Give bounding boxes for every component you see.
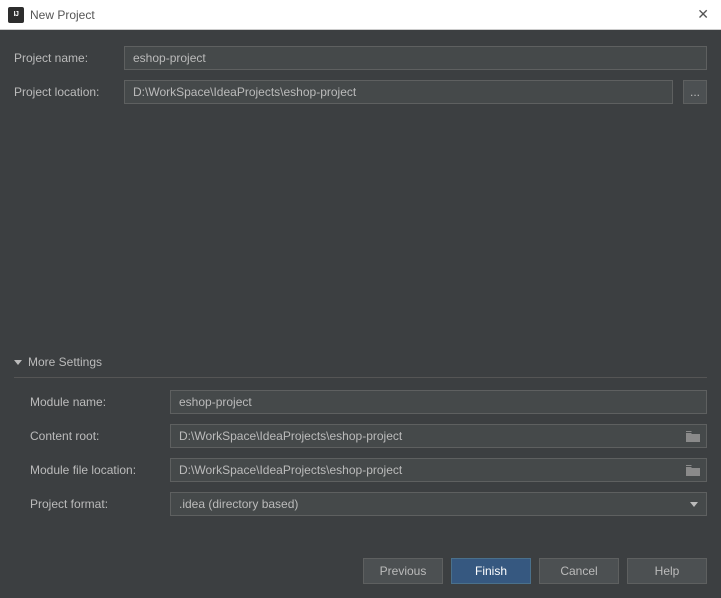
folder-icon[interactable] bbox=[686, 465, 700, 476]
dialog-content: Project name: Project location: ... More… bbox=[0, 30, 721, 598]
content-root-input[interactable] bbox=[171, 425, 686, 447]
more-settings-toggle[interactable]: More Settings bbox=[14, 355, 707, 369]
module-name-row: Module name: bbox=[30, 390, 707, 414]
app-icon bbox=[8, 7, 24, 23]
cancel-button[interactable]: Cancel bbox=[539, 558, 619, 584]
finish-button[interactable]: Finish bbox=[451, 558, 531, 584]
titlebar-left: New Project bbox=[8, 7, 95, 23]
more-settings-label: More Settings bbox=[28, 355, 102, 369]
project-location-input[interactable] bbox=[124, 80, 673, 104]
project-name-row: Project name: bbox=[14, 46, 707, 70]
project-name-label: Project name: bbox=[14, 51, 114, 65]
project-format-label: Project format: bbox=[30, 497, 160, 511]
module-file-location-label: Module file location: bbox=[30, 463, 160, 477]
window-title: New Project bbox=[30, 8, 95, 22]
previous-button[interactable]: Previous bbox=[363, 558, 443, 584]
help-button[interactable]: Help bbox=[627, 558, 707, 584]
module-name-input[interactable] bbox=[170, 390, 707, 414]
project-location-label: Project location: bbox=[14, 85, 114, 99]
module-file-location-row: Module file location: bbox=[30, 458, 707, 482]
spacer bbox=[14, 114, 707, 355]
content-root-row: Content root: bbox=[30, 424, 707, 448]
project-name-input[interactable] bbox=[124, 46, 707, 70]
module-file-location-field[interactable] bbox=[170, 458, 707, 482]
content-root-label: Content root: bbox=[30, 429, 160, 443]
module-file-location-input[interactable] bbox=[171, 459, 686, 481]
project-format-value: .idea (directory based) bbox=[179, 497, 298, 511]
project-format-row: Project format: .idea (directory based) bbox=[30, 492, 707, 516]
more-settings-body: Module name: Content root: Module file l… bbox=[14, 390, 707, 526]
project-format-select[interactable]: .idea (directory based) bbox=[170, 492, 707, 516]
content-root-field[interactable] bbox=[170, 424, 707, 448]
chevron-down-icon bbox=[14, 360, 22, 365]
divider bbox=[14, 377, 707, 378]
project-location-row: Project location: ... bbox=[14, 80, 707, 104]
chevron-down-icon bbox=[690, 502, 698, 507]
folder-icon[interactable] bbox=[686, 431, 700, 442]
titlebar[interactable]: New Project ✕ bbox=[0, 0, 721, 30]
close-icon[interactable]: ✕ bbox=[693, 6, 713, 23]
button-bar: Previous Finish Cancel Help bbox=[14, 544, 707, 598]
module-name-label: Module name: bbox=[30, 395, 160, 409]
browse-button[interactable]: ... bbox=[683, 80, 707, 104]
